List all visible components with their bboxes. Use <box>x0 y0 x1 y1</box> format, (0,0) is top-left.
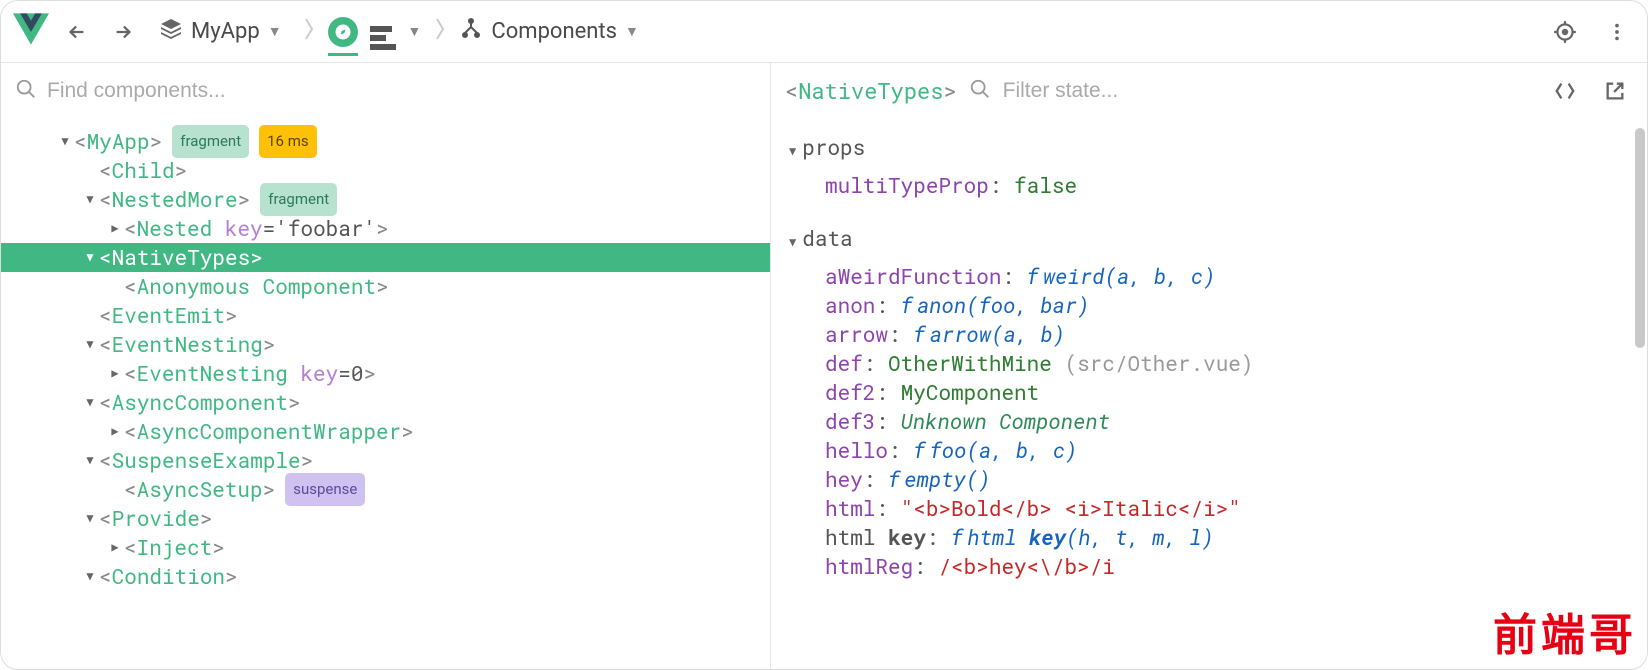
state-row[interactable]: hello: ffoo(a, b, c) <box>825 436 1647 465</box>
badge-frag: fragment <box>172 125 249 158</box>
breadcrumb[interactable]: Components ▼ <box>459 17 638 47</box>
tree-node-asynccomponent[interactable]: ▼<AsyncComponent> <box>1 388 770 417</box>
state-header: <NativeTypes> <box>771 63 1647 119</box>
tree-node-asynccomponentwrapper[interactable]: ▶<AsyncComponentWrapper> <box>1 417 770 446</box>
state-row[interactable]: arrow: farrow(a, b) <box>825 320 1647 349</box>
separator-icon <box>435 17 445 47</box>
toggle-icon[interactable]: ▼ <box>81 504 99 533</box>
chevron-down-icon: ▼ <box>268 23 282 40</box>
component-tree: ▼<MyApp>fragment16 ms▼<Child>▼<NestedMor… <box>1 119 770 611</box>
chevron-down-icon[interactable]: ▼ <box>408 23 422 40</box>
state-pane: <NativeTypes> ▼props multiTypeProp: false… <box>771 63 1647 669</box>
open-in-editor-button[interactable] <box>1597 73 1633 109</box>
compass-icon <box>328 17 358 47</box>
tab-timeline[interactable] <box>370 13 396 50</box>
state-row[interactable]: multiTypeProp: false <box>825 171 1647 200</box>
app-name: MyApp <box>191 19 260 44</box>
layers-icon <box>159 17 183 47</box>
tree-icon <box>459 17 483 47</box>
tree-node-inject[interactable]: ▶<Inject> <box>1 533 770 562</box>
selected-component-crumb: <NativeTypes> <box>785 76 957 105</box>
tree-node-provide[interactable]: ▼<Provide> <box>1 504 770 533</box>
search-icon <box>969 78 991 104</box>
state-row[interactable]: def2: MyComponent <box>825 378 1647 407</box>
toggle-icon[interactable]: ▶ <box>106 417 124 446</box>
state-row[interactable]: anon: fanon(foo, bar) <box>825 291 1647 320</box>
state-row[interactable]: def3: Unknown Component <box>825 407 1647 436</box>
toggle-icon[interactable]: ▼ <box>81 562 99 591</box>
timeline-icon <box>370 26 396 50</box>
state-row[interactable]: hey: fempty() <box>825 465 1647 494</box>
toolbar: MyApp ▼ ▼ Components ▼ <box>1 1 1647 63</box>
component-search-input[interactable] <box>47 79 756 103</box>
inspector-tabs: ▼ <box>328 13 422 50</box>
inspect-dom-button[interactable] <box>1547 73 1583 109</box>
toggle-icon[interactable]: ▼ <box>81 185 99 214</box>
tree-node-asyncsetup[interactable]: ▼<AsyncSetup>suspense <box>1 475 770 504</box>
toggle-icon[interactable]: ▼ <box>81 388 99 417</box>
tree-node-eventnesting[interactable]: ▶<EventNesting key=0> <box>1 359 770 388</box>
toggle-icon[interactable]: ▶ <box>106 359 124 388</box>
tab-components[interactable] <box>328 17 358 56</box>
toggle-icon[interactable]: ▼ <box>81 243 99 272</box>
locate-button[interactable] <box>1547 14 1583 50</box>
search-icon <box>15 78 37 104</box>
separator-icon <box>304 17 314 47</box>
badge-time: 16 ms <box>259 125 316 158</box>
component-tree-pane: ▼<MyApp>fragment16 ms▼<Child>▼<NestedMor… <box>1 63 771 669</box>
state-row[interactable]: def: OtherWithMine (src/Other.vue) <box>825 349 1647 378</box>
tree-node-eventemit[interactable]: ▼<EventEmit> <box>1 301 770 330</box>
toggle-icon[interactable]: ▶ <box>106 533 124 562</box>
tree-node-nativetypes[interactable]: ▼<NativeTypes> <box>1 243 770 272</box>
back-button[interactable] <box>59 14 95 50</box>
badge-susp: suspense <box>285 473 365 506</box>
forward-button[interactable] <box>105 14 141 50</box>
tree-node-suspenseexample[interactable]: ▼<SuspenseExample> <box>1 446 770 475</box>
toggle-icon[interactable]: ▼ <box>81 446 99 475</box>
toggle-icon[interactable]: ▼ <box>56 127 74 156</box>
state-filter-input[interactable] <box>1003 79 1535 103</box>
tree-node-nested[interactable]: ▶<Nested key='foobar'> <box>1 214 770 243</box>
chevron-down-icon: ▼ <box>625 23 639 40</box>
tree-node-nestedmore[interactable]: ▼<NestedMore>fragment <box>1 185 770 214</box>
vue-logo-icon <box>13 11 49 53</box>
section-data[interactable]: ▼data <box>771 210 1647 256</box>
scrollbar[interactable] <box>1635 128 1645 648</box>
toggle-icon[interactable]: ▼ <box>81 330 99 359</box>
more-button[interactable] <box>1599 14 1635 50</box>
state-row[interactable]: aWeirdFunction: fweird(a, b, c) <box>825 262 1647 291</box>
badge-frag: fragment <box>260 183 337 216</box>
toggle-icon[interactable]: ▶ <box>106 214 124 243</box>
component-search <box>1 63 770 119</box>
app-selector[interactable]: MyApp ▼ <box>151 13 290 51</box>
breadcrumb-label: Components <box>491 19 617 44</box>
tree-node-myapp[interactable]: ▼<MyApp>fragment16 ms <box>1 127 770 156</box>
section-props[interactable]: ▼props <box>771 119 1647 165</box>
state-row[interactable]: html key: fhtml key(h, t, m, l) <box>825 523 1647 552</box>
tree-node-child[interactable]: ▼<Child> <box>1 156 770 185</box>
tree-node-anonymous-component[interactable]: ▼<Anonymous Component> <box>1 272 770 301</box>
tree-node-condition[interactable]: ▼<Condition> <box>1 562 770 591</box>
state-row[interactable]: htmlReg: /<b>hey<\/b>/i <box>825 552 1647 581</box>
tree-node-eventnesting[interactable]: ▼<EventNesting> <box>1 330 770 359</box>
state-inspector: ▼props multiTypeProp: false ▼data aWeirdFun… <box>771 119 1647 591</box>
state-row[interactable]: html: "<b>Bold</b> <i>Italic</i>" <box>825 494 1647 523</box>
